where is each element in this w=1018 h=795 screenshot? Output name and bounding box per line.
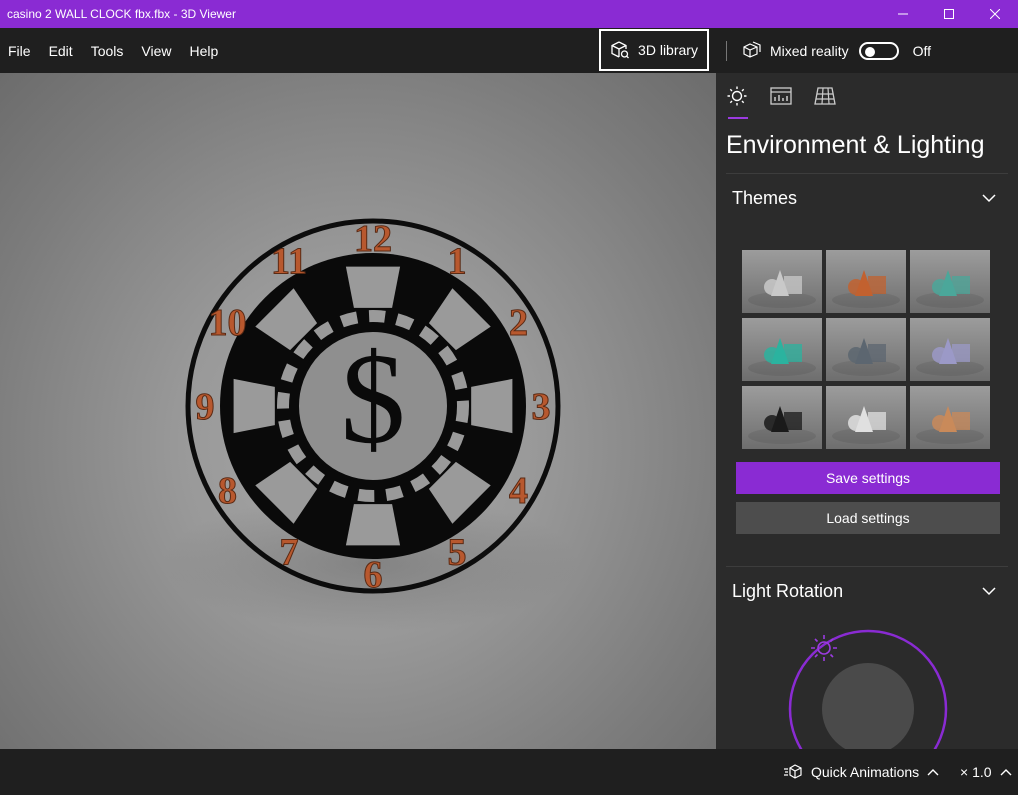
chevron-down-icon[interactable] (982, 193, 996, 203)
mixed-reality-toggle[interactable] (858, 42, 899, 60)
theme-thumbnail[interactable] (910, 386, 990, 449)
light-rotation-title[interactable]: Light Rotation (732, 581, 843, 602)
quick-animations-button[interactable]: Quick Animations (783, 749, 939, 795)
clock-number: 4 (509, 470, 528, 512)
chip-segment (471, 378, 513, 434)
3d-library-label: 3D library (638, 42, 698, 58)
theme-preview-icon (832, 406, 900, 444)
cube-search-icon (611, 41, 630, 59)
menu-separator (726, 41, 727, 61)
3d-viewport[interactable]: $ 12 1 2 3 4 5 6 7 8 9 10 11 (0, 73, 716, 749)
theme-thumbnail[interactable] (910, 250, 990, 313)
theme-thumbnail[interactable] (826, 250, 906, 313)
clock-number: 7 (280, 532, 299, 574)
maximize-icon (944, 9, 954, 19)
themes-title[interactable]: Themes (732, 188, 797, 209)
toggle-knob (864, 47, 875, 57)
theme-preview-icon (748, 270, 816, 308)
theme-preview-icon (748, 406, 816, 444)
clock-number: 6 (364, 554, 383, 596)
rotation-knob[interactable] (822, 663, 914, 749)
chevron-down-icon[interactable] (982, 586, 996, 596)
chip-segment (345, 266, 401, 308)
menu-edit[interactable]: Edit (40, 29, 82, 73)
clock-number: 12 (354, 218, 392, 260)
theme-preview-icon (916, 406, 984, 444)
dollar-sign: $ (341, 327, 406, 471)
load-settings-button[interactable]: Load settings (736, 502, 1000, 534)
chip-segment (345, 504, 401, 546)
theme-preview-icon (916, 270, 984, 308)
menu-file[interactable]: File (0, 29, 40, 73)
minimize-button[interactable] (880, 0, 926, 28)
close-button[interactable] (972, 0, 1018, 28)
settings-panel: Environment & Lighting Themes Save setti… (716, 73, 1018, 749)
chevron-up-icon (1000, 769, 1012, 776)
panel-title: Environment & Lighting (726, 131, 985, 159)
menu-bar: File Edit Tools View Help 3D library Mix… (0, 29, 1018, 73)
minimize-icon (898, 13, 908, 15)
menu-help[interactable]: Help (180, 29, 227, 73)
theme-preview-icon (832, 338, 900, 376)
menu-view[interactable]: View (132, 29, 180, 73)
clock-number: 9 (196, 386, 215, 428)
theme-preview-icon (748, 338, 816, 376)
theme-preview-icon (832, 270, 900, 308)
speed-button[interactable]: × 1.0 (960, 749, 1012, 795)
clock-number: 5 (448, 532, 467, 574)
clock-number: 2 (509, 302, 528, 344)
themes-grid (742, 250, 990, 450)
clock-model[interactable]: $ 121234567891011 (0, 73, 716, 749)
theme-thumbnail[interactable] (742, 250, 822, 313)
3d-library-button[interactable]: 3D library (599, 29, 709, 71)
light-rotation-dial[interactable] (716, 623, 1018, 749)
speed-label: × 1.0 (960, 764, 992, 780)
theme-thumbnail[interactable] (826, 318, 906, 381)
mixed-reality-group: Mixed reality Off (742, 29, 931, 73)
chevron-up-icon (927, 769, 939, 776)
divider (726, 566, 1008, 567)
clock-number: 1 (448, 241, 467, 283)
sun-icon (727, 86, 747, 106)
maximize-button[interactable] (926, 0, 972, 28)
quick-animations-label: Quick Animations (811, 764, 920, 780)
menu-tools[interactable]: Tools (82, 29, 133, 73)
bottom-bar: Quick Animations × 1.0 (0, 749, 1018, 795)
tab-grid[interactable] (814, 85, 836, 107)
clock-number: 10 (209, 302, 247, 344)
save-settings-button[interactable]: Save settings (736, 462, 1000, 494)
mixed-reality-state: Off (912, 43, 932, 59)
mixed-reality-icon[interactable] (742, 41, 762, 61)
divider (726, 173, 1008, 174)
grid-icon (814, 87, 836, 105)
clock-number: 11 (271, 241, 307, 283)
theme-thumbnail[interactable] (826, 386, 906, 449)
animation-icon (784, 764, 802, 779)
tab-environment[interactable] (726, 85, 748, 107)
window-title: casino 2 WALL CLOCK fbx.fbx - 3D Viewer (7, 7, 236, 21)
panel-tabs (726, 85, 836, 107)
theme-thumbnail[interactable] (742, 318, 822, 381)
clock-number: 3 (532, 386, 551, 428)
theme-thumbnail[interactable] (910, 318, 990, 381)
active-tab-indicator (728, 117, 748, 119)
mixed-reality-label: Mixed reality (770, 43, 849, 59)
tab-stats[interactable] (770, 85, 792, 107)
stats-icon (770, 87, 792, 105)
theme-thumbnail[interactable] (742, 386, 822, 449)
clock-number: 8 (218, 470, 237, 512)
title-bar: casino 2 WALL CLOCK fbx.fbx - 3D Viewer (0, 0, 1018, 28)
close-icon (990, 9, 1000, 19)
theme-preview-icon (916, 338, 984, 376)
chip-segment (233, 378, 275, 434)
